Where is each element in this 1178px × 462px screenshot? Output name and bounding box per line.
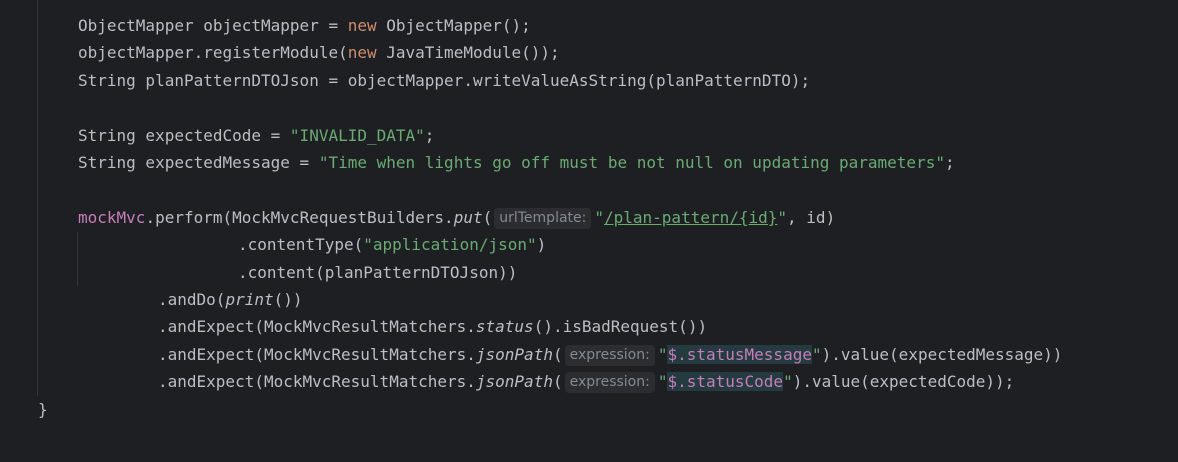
code-line[interactable]: .contentType("application/json") xyxy=(238,231,546,259)
code-token: ( xyxy=(552,344,563,364)
code-line[interactable]: String planPatternDTOJson = objectMapper… xyxy=(78,67,810,95)
code-line[interactable]: } xyxy=(38,396,48,424)
code-line[interactable]: mockMvc.perform(MockMvcRequestBuilders.p… xyxy=(78,204,835,232)
code-line[interactable]: .andExpect(MockMvcResultMatchers.jsonPat… xyxy=(158,368,1014,396)
code-token: $.statusMessage xyxy=(667,344,812,364)
code-token: ().isBadRequest()) xyxy=(533,317,708,337)
code-line[interactable]: .andExpect(MockMvcResultMatchers.jsonPat… xyxy=(158,341,1062,369)
code-token: String expectedCode = xyxy=(78,125,290,145)
code-token: ObjectMapper(); xyxy=(376,16,531,35)
code-token: String expectedMessage = xyxy=(78,153,319,172)
code-token: " xyxy=(777,207,788,227)
code-token: print xyxy=(225,290,274,309)
code-line[interactable]: String expectedMessage = "Time when ligh… xyxy=(78,149,955,177)
code-token: " xyxy=(811,344,822,364)
code-token: jsonPath xyxy=(475,344,553,364)
code-token: "INVALID_DATA" xyxy=(289,125,425,145)
code-token: /plan-pattern/{id} xyxy=(604,207,778,227)
code-token: $.statusCode xyxy=(667,372,784,392)
indent-guide xyxy=(37,0,38,396)
code-token: ObjectMapper objectMapper = xyxy=(78,16,348,35)
parameter-hint: expression: xyxy=(564,344,655,366)
code-token: status xyxy=(475,317,534,337)
code-token: put xyxy=(453,207,483,227)
code-line[interactable]: objectMapper.registerModule(new JavaTime… xyxy=(78,39,560,67)
code-token: mockMvc xyxy=(78,207,146,227)
code-token: ).value(expectedMessage)) xyxy=(821,344,1063,364)
code-token: ( xyxy=(482,207,493,227)
code-token: .andDo( xyxy=(158,290,226,309)
code-token: ) xyxy=(536,235,547,255)
code-line[interactable]: String expectedCode = "INVALID_DATA"; xyxy=(78,122,434,150)
code-token: } xyxy=(38,399,48,419)
code-token: .perform(MockMvcRequestBuilders. xyxy=(145,207,454,227)
code-token: new xyxy=(347,43,377,63)
code-line[interactable]: ObjectMapper objectMapper = new ObjectMa… xyxy=(78,12,531,40)
code-token: " xyxy=(594,207,604,227)
code-token: .andExpect(MockMvcResultMatchers. xyxy=(158,344,476,364)
code-token: ; xyxy=(424,125,435,145)
code-token: ()) xyxy=(273,290,303,309)
code-token: JavaTimeModule()); xyxy=(376,43,560,63)
code-token: jsonPath xyxy=(475,372,553,392)
code-token: ( xyxy=(552,372,563,392)
code-token: String planPatternDTOJson = objectMapper… xyxy=(78,70,811,90)
code-token: "application/json" xyxy=(363,235,537,255)
indent-guide xyxy=(77,232,78,286)
code-token: .andExpect(MockMvcResultMatchers. xyxy=(158,317,476,337)
parameter-hint: urlTemplate: xyxy=(494,207,592,229)
code-token: , id) xyxy=(787,207,836,227)
code-token: "Time when lights go off must be not nul… xyxy=(318,153,945,172)
code-line[interactable]: .content(planPatternDTOJson)) xyxy=(238,259,517,287)
parameter-hint: expression: xyxy=(564,372,655,394)
code-token: " xyxy=(783,372,793,392)
code-line[interactable]: .andExpect(MockMvcResultMatchers.status(… xyxy=(158,313,707,341)
code-token: ).value(expectedCode)); xyxy=(792,372,1015,392)
code-token: ; xyxy=(944,153,955,172)
code-line[interactable]: .andDo(print()) xyxy=(158,286,303,314)
code-token: new xyxy=(347,16,377,35)
code-token: objectMapper.registerModule( xyxy=(78,43,348,63)
code-editor[interactable]: ObjectMapper objectMapper = new ObjectMa… xyxy=(0,0,1178,462)
code-token: .content(planPatternDTOJson)) xyxy=(238,262,518,282)
code-token: .andExpect(MockMvcResultMatchers. xyxy=(158,372,476,392)
code-token: .contentType( xyxy=(238,235,364,255)
